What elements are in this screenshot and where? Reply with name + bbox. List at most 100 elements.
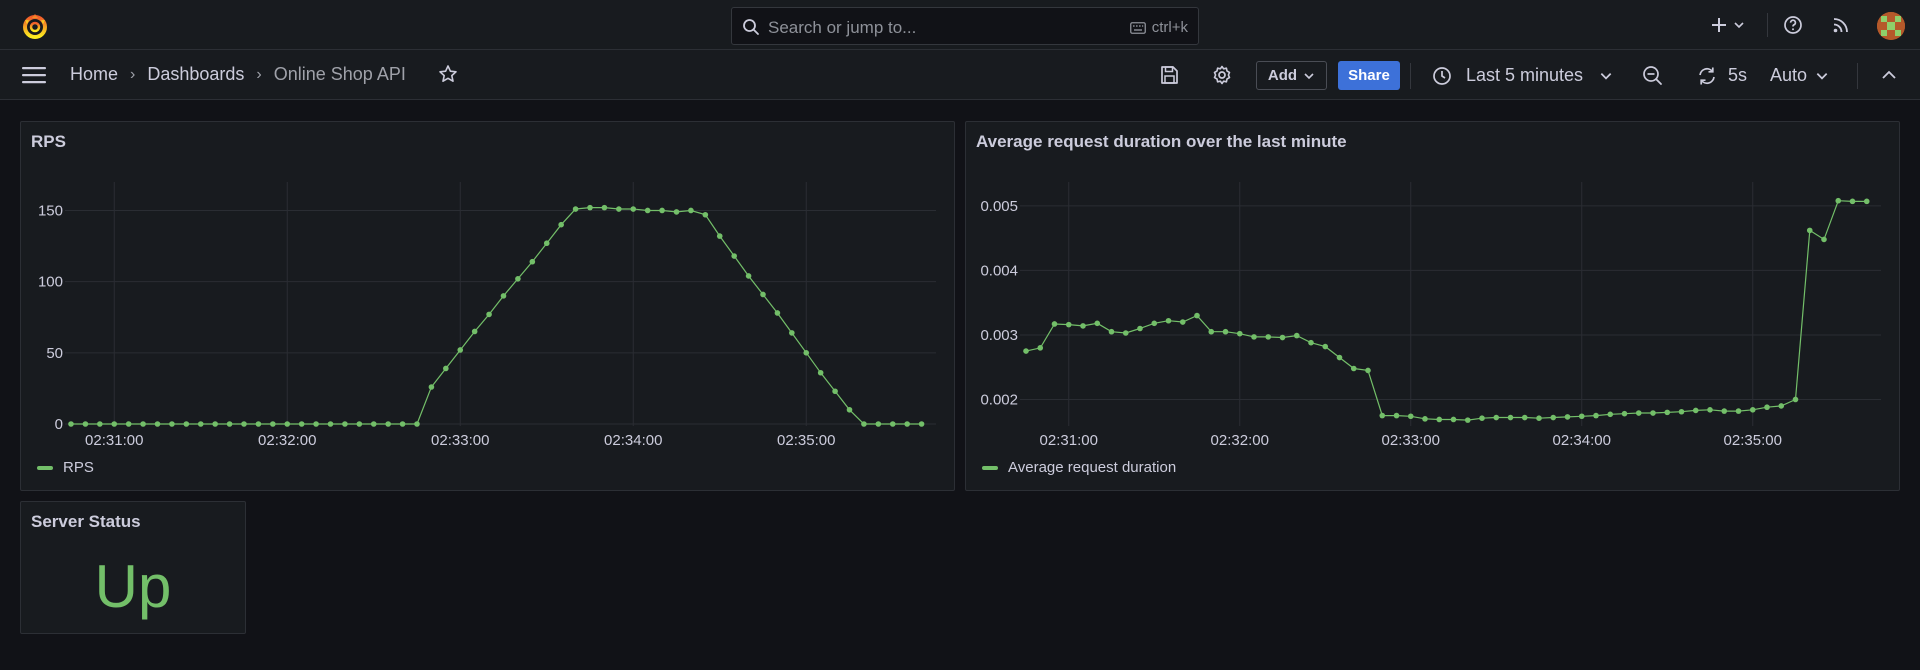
x-tick-label: 02:32:00 bbox=[1211, 432, 1269, 449]
data-point bbox=[1507, 414, 1514, 421]
rss-icon bbox=[1833, 18, 1848, 33]
chevron-down-icon bbox=[1816, 72, 1828, 80]
data-point bbox=[370, 421, 377, 427]
data-point bbox=[774, 310, 781, 316]
refresh-button[interactable]: 5s bbox=[1696, 61, 1747, 90]
data-point bbox=[760, 291, 766, 298]
grafana-logo-icon[interactable] bbox=[20, 11, 50, 41]
data-point bbox=[1479, 415, 1485, 421]
data-point bbox=[1293, 332, 1300, 339]
series-line bbox=[71, 206, 922, 425]
topbar-divider bbox=[1767, 13, 1768, 37]
data-point bbox=[212, 421, 218, 427]
data-point bbox=[443, 365, 449, 372]
chevron-down-icon bbox=[1600, 72, 1612, 80]
chevron-up-icon[interactable] bbox=[1878, 64, 1900, 86]
data-point bbox=[1778, 403, 1785, 409]
rps-chart: 02:31:00 02:32:00 02:33:00 02:34:00 02:35:00… bbox=[38, 182, 936, 449]
breadcrumb-home[interactable]: Home bbox=[70, 64, 118, 85]
help-button[interactable] bbox=[1783, 0, 1803, 50]
x-tick-label: 02:31:00 bbox=[85, 432, 143, 449]
data-point bbox=[457, 347, 464, 353]
data-point bbox=[471, 328, 478, 335]
y-tick-label: 100 bbox=[38, 274, 63, 291]
star-icon[interactable] bbox=[438, 64, 458, 84]
data-point bbox=[1749, 407, 1756, 413]
user-avatar[interactable] bbox=[1877, 12, 1905, 40]
rps-panel[interactable]: RPS 02:31:00 02:32:00 02:33:00 02:34:00 02:3… bbox=[20, 121, 955, 491]
y-tick-label: 0.003 bbox=[980, 327, 1018, 344]
data-point bbox=[1208, 328, 1215, 335]
data-point bbox=[356, 421, 363, 427]
data-point bbox=[1436, 416, 1443, 423]
share-button-label: Share bbox=[1348, 67, 1390, 84]
data-point bbox=[1023, 348, 1029, 354]
data-point bbox=[529, 258, 536, 265]
save-icon[interactable] bbox=[1158, 64, 1180, 86]
data-point bbox=[1407, 413, 1414, 420]
request-duration-panel[interactable]: Average request duration over the last m… bbox=[965, 121, 1900, 491]
time-range-picker[interactable]: Last 5 minutes bbox=[1432, 61, 1613, 90]
data-point bbox=[1051, 321, 1058, 327]
share-button[interactable]: Share bbox=[1338, 61, 1400, 90]
data-point bbox=[1122, 330, 1129, 336]
data-point bbox=[1593, 412, 1599, 419]
data-point bbox=[1108, 328, 1115, 335]
server-status-panel[interactable]: Server Status Up bbox=[20, 501, 246, 634]
y-tick-label: 0.004 bbox=[980, 262, 1018, 279]
refresh-mode-label: Auto bbox=[1770, 65, 1808, 85]
data-point bbox=[1536, 415, 1542, 421]
data-point bbox=[918, 421, 925, 427]
data-point bbox=[1821, 236, 1827, 243]
data-point bbox=[1607, 411, 1614, 418]
chart-legend[interactable]: RPS bbox=[37, 459, 94, 476]
news-button[interactable] bbox=[1832, 0, 1850, 50]
x-tick-label: 02:34:00 bbox=[1553, 432, 1611, 449]
data-point bbox=[1279, 334, 1286, 341]
data-point bbox=[1664, 409, 1671, 416]
data-point bbox=[1692, 407, 1699, 414]
gear-icon[interactable] bbox=[1211, 64, 1233, 86]
chart-legend[interactable]: Average request duration bbox=[982, 459, 1176, 476]
data-point bbox=[270, 421, 276, 427]
series-line bbox=[1025, 200, 1867, 421]
data-point bbox=[702, 211, 709, 218]
data-point bbox=[500, 293, 507, 299]
data-point bbox=[1764, 404, 1770, 411]
refresh-interval-picker[interactable]: Auto bbox=[1770, 61, 1829, 90]
data-point bbox=[154, 421, 161, 427]
y-tick-label: 0.002 bbox=[980, 391, 1018, 408]
legend-label: Average request duration bbox=[1008, 459, 1177, 476]
data-point bbox=[1806, 227, 1813, 234]
data-point bbox=[1194, 312, 1200, 319]
zoom-out-icon[interactable] bbox=[1641, 64, 1663, 86]
data-point bbox=[1137, 325, 1143, 332]
request-duration-chart: 02:31:00 02:32:00 02:33:00 02:34:00 02:35:00… bbox=[980, 182, 1881, 449]
server-status-value: Up bbox=[94, 553, 172, 620]
breadcrumb-dashboards[interactable]: Dashboards bbox=[147, 64, 244, 85]
data-point bbox=[1422, 416, 1428, 422]
search-placeholder: Search or jump to... bbox=[768, 18, 917, 37]
data-point bbox=[1151, 320, 1158, 327]
data-point bbox=[1707, 407, 1713, 413]
data-point bbox=[385, 421, 391, 427]
search-icon bbox=[743, 19, 759, 35]
menu-icon[interactable] bbox=[22, 66, 46, 84]
data-point bbox=[1165, 317, 1172, 324]
add-button[interactable]: Add bbox=[1256, 61, 1327, 90]
data-point bbox=[97, 421, 103, 427]
search-bar[interactable]: Search or jump to... ctrl+k bbox=[731, 7, 1199, 45]
data-point bbox=[1564, 414, 1571, 420]
breadcrumb-separator-icon: › bbox=[256, 65, 262, 83]
data-point bbox=[875, 421, 882, 427]
new-menu-button[interactable] bbox=[1710, 0, 1745, 50]
data-point bbox=[673, 209, 680, 215]
data-point bbox=[789, 330, 795, 336]
data-point bbox=[659, 207, 665, 214]
data-point bbox=[1094, 320, 1101, 327]
data-point bbox=[832, 388, 838, 395]
x-tick-label: 02:34:00 bbox=[604, 432, 662, 449]
data-point bbox=[1080, 323, 1086, 329]
data-point bbox=[1265, 334, 1272, 340]
x-tick-label: 02:35:00 bbox=[1724, 432, 1782, 449]
